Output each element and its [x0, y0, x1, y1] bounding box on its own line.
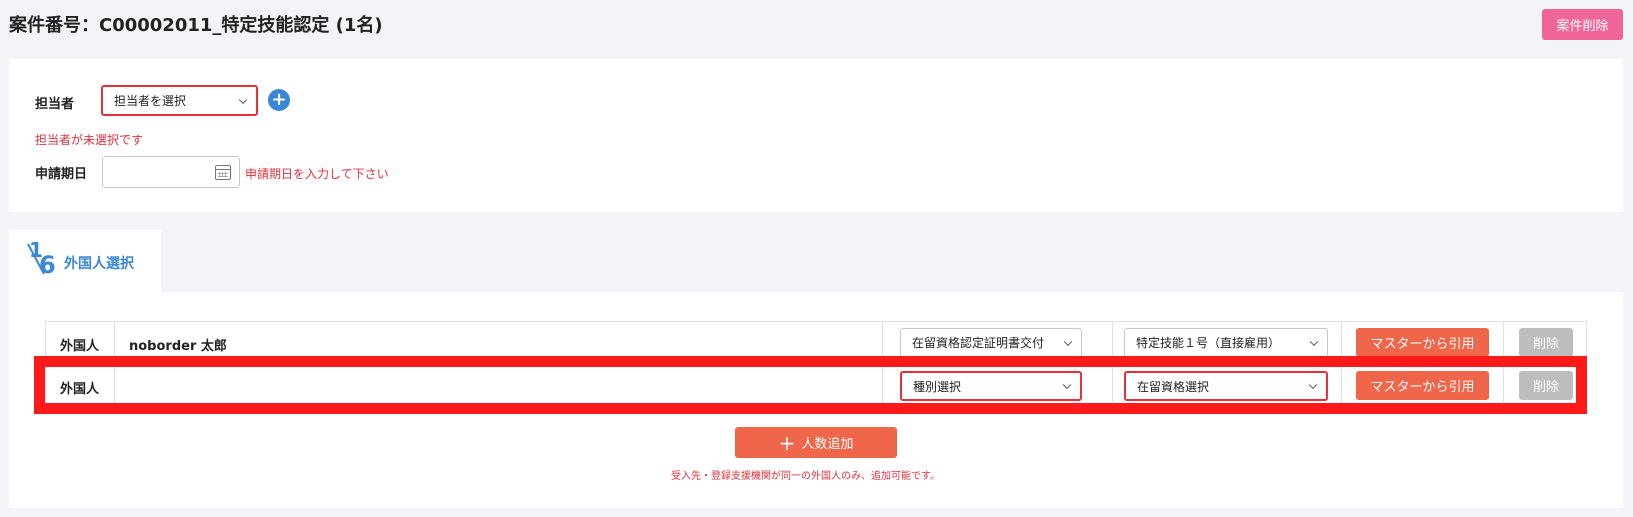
plus-circle-icon[interactable]: + [268, 89, 290, 111]
application-date-label: 申請期日 [35, 167, 88, 182]
assignee-label: 担当者 [35, 97, 75, 112]
permit-type-value: 在留資格認定証明書交付 [912, 336, 1045, 350]
permit-type-select[interactable]: 在留資格認定証明書交付 [900, 328, 1082, 357]
application-date-input[interactable] [102, 156, 240, 188]
chevron-down-icon [1309, 337, 1319, 346]
residence-status-select[interactable]: 特定技能１号（直接雇用） [1124, 328, 1328, 357]
chevron-down-icon [238, 95, 248, 104]
tab-label: 外国人選択 [64, 256, 134, 272]
step-total: 6 [39, 251, 56, 279]
plus-icon: + [778, 430, 796, 455]
delete-case-button[interactable]: 案件削除 [1542, 9, 1623, 40]
calendar-icon[interactable] [215, 165, 231, 180]
residence-status-value: 特定技能１号（直接雇用） [1136, 336, 1281, 350]
foreigner-name: noborder 太郎 [129, 339, 227, 354]
add-people-note: 受入先・登録支援機関が同一の外国人のみ、追加可能です。 [671, 471, 940, 482]
assignee-error: 担当者が未選択です [35, 133, 144, 147]
chevron-down-icon [1063, 337, 1073, 346]
delete-row-button[interactable]: 削除 [1519, 328, 1573, 357]
add-people-button[interactable]: + 人数追加 [735, 427, 897, 458]
assignee-select-value: 担当者を選択 [114, 94, 187, 108]
page-title: 案件番号：C00002011_特定技能認定 (1名) [9, 15, 383, 36]
quote-from-master-button[interactable]: マスターから引用 [1356, 328, 1489, 357]
row-label: 外国人 [60, 339, 100, 354]
assignee-card: 担当者 担当者を選択 + 担当者が未選択です 申請期日 申請期日を入力して下さい [9, 59, 1623, 212]
application-date-error: 申請期日を入力して下さい [245, 167, 389, 181]
highlight-frame [34, 356, 1587, 414]
add-people-label: 人数追加 [801, 437, 854, 452]
tab-foreigner-select[interactable]: 1 6 外国人選択 [9, 230, 161, 294]
assignee-select[interactable]: 担当者を選択 [101, 85, 258, 116]
